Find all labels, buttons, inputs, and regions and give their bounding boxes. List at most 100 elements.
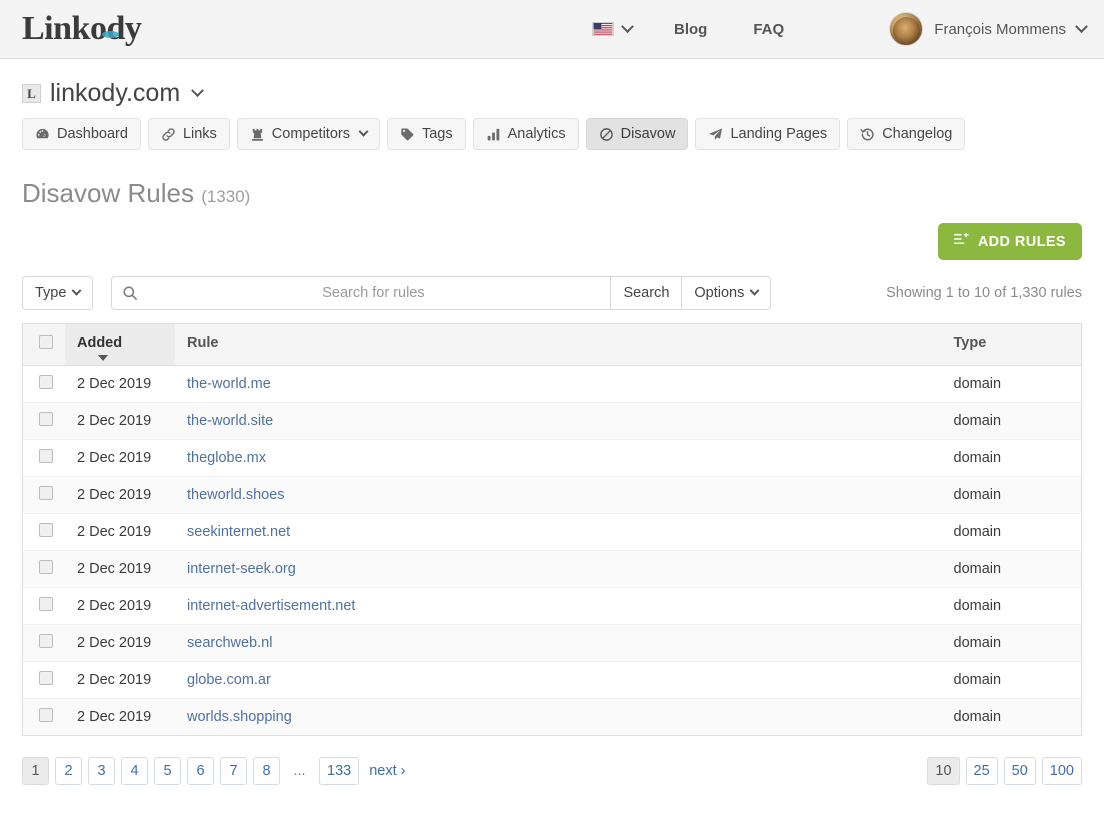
cell-rule: seekinternet.net [175, 514, 942, 551]
column-header-added[interactable]: Added [65, 324, 175, 366]
rule-link[interactable]: the-world.site [187, 413, 273, 429]
pagination: 1 2 3 4 5 6 7 8 ... 133 next › [22, 757, 409, 785]
column-header-rule[interactable]: Rule [175, 324, 942, 366]
page-button-4[interactable]: 4 [121, 757, 148, 785]
column-header-type[interactable]: Type [942, 324, 1082, 366]
row-select-cell [23, 551, 66, 588]
tab-label: Dashboard [57, 126, 128, 142]
table-row: 2 Dec 2019 theglobe.mx domain [23, 440, 1082, 477]
rule-link[interactable]: theworld.shoes [187, 487, 285, 503]
tab-competitors[interactable]: Competitors [237, 118, 380, 150]
cell-rule: the-world.me [175, 366, 942, 403]
tab-changelog[interactable]: Changelog [847, 118, 965, 150]
logo-text: Linkody [22, 10, 141, 47]
tab-analytics[interactable]: Analytics [473, 118, 579, 150]
row-checkbox[interactable] [39, 671, 53, 685]
per-page-25[interactable]: 25 [966, 757, 998, 785]
page-content: L linkody.com Dashboard Links [0, 79, 1104, 813]
rule-link[interactable]: internet-advertisement.net [187, 598, 355, 614]
cell-type: domain [942, 625, 1082, 662]
language-selector[interactable] [586, 18, 638, 40]
rule-link[interactable]: globe.com.ar [187, 672, 271, 688]
page-button-2[interactable]: 2 [55, 757, 82, 785]
cell-added: 2 Dec 2019 [65, 588, 175, 625]
row-checkbox[interactable] [39, 634, 53, 648]
page-title: Disavow Rules (1330) [22, 176, 1082, 209]
page-button-3[interactable]: 3 [88, 757, 115, 785]
cell-type: domain [942, 699, 1082, 736]
cell-type: domain [942, 588, 1082, 625]
cell-added: 2 Dec 2019 [65, 440, 175, 477]
nav-link-blog[interactable]: Blog [664, 15, 717, 44]
rule-link[interactable]: searchweb.nl [187, 635, 272, 651]
table-row: 2 Dec 2019 seekinternet.net domain [23, 514, 1082, 551]
row-select-cell [23, 625, 66, 662]
search-button[interactable]: Search [611, 276, 682, 310]
search-button-group: Search Options [611, 276, 771, 310]
column-label: Type [954, 335, 987, 351]
type-filter-dropdown[interactable]: Type [22, 276, 93, 310]
user-menu[interactable]: François Mommens [889, 12, 1086, 46]
us-flag-icon [592, 22, 614, 36]
tab-disavow[interactable]: Disavow [586, 118, 689, 150]
table-body: 2 Dec 2019 the-world.me domain 2 Dec 201… [23, 366, 1082, 736]
search-box [111, 276, 611, 310]
type-filter-label: Type [35, 285, 66, 301]
row-checkbox[interactable] [39, 523, 53, 537]
site-selector[interactable]: L linkody.com [22, 79, 1082, 108]
ban-icon [599, 127, 614, 142]
page-button-8[interactable]: 8 [253, 757, 280, 785]
chevron-down-icon [1075, 20, 1088, 33]
cell-added: 2 Dec 2019 [65, 477, 175, 514]
row-checkbox[interactable] [39, 597, 53, 611]
table-row: 2 Dec 2019 internet-seek.org domain [23, 551, 1082, 588]
bar-chart-icon [486, 127, 501, 142]
rule-link[interactable]: internet-seek.org [187, 561, 296, 577]
rules-count: (1330) [201, 187, 250, 206]
page-button-6[interactable]: 6 [187, 757, 214, 785]
next-page-button[interactable]: next › [365, 757, 409, 785]
row-checkbox[interactable] [39, 560, 53, 574]
cell-added: 2 Dec 2019 [65, 366, 175, 403]
rule-link[interactable]: seekinternet.net [187, 524, 290, 540]
row-select-cell [23, 514, 66, 551]
filter-toolbar: Type Search Options Showing 1 to 10 of 1… [22, 276, 1082, 310]
rule-link[interactable]: the-world.me [187, 376, 271, 392]
chevron-down-icon [191, 84, 204, 97]
tab-tags[interactable]: Tags [387, 118, 466, 150]
row-checkbox[interactable] [39, 486, 53, 500]
page-button-5[interactable]: 5 [154, 757, 181, 785]
header-nav: Blog FAQ [586, 15, 794, 44]
rule-link[interactable]: theglobe.mx [187, 450, 266, 466]
tab-landing-pages[interactable]: Landing Pages [695, 118, 840, 150]
sort-desc-icon [98, 355, 108, 361]
nav-link-faq[interactable]: FAQ [743, 15, 794, 44]
tab-links[interactable]: Links [148, 118, 230, 150]
row-select-cell [23, 403, 66, 440]
page-button-7[interactable]: 7 [220, 757, 247, 785]
cell-rule: internet-seek.org [175, 551, 942, 588]
search-input[interactable] [111, 276, 611, 310]
tab-dashboard[interactable]: Dashboard [22, 118, 141, 150]
row-checkbox[interactable] [39, 412, 53, 426]
rule-link[interactable]: worlds.shopping [187, 709, 292, 725]
row-checkbox[interactable] [39, 449, 53, 463]
select-all-checkbox[interactable] [39, 335, 53, 349]
page-title-text: Disavow Rules [22, 178, 194, 208]
page-button-1[interactable]: 1 [22, 757, 49, 785]
cell-type: domain [942, 551, 1082, 588]
per-page-10[interactable]: 10 [927, 757, 959, 785]
per-page-50[interactable]: 50 [1004, 757, 1036, 785]
tab-label: Disavow [621, 126, 676, 142]
chevron-down-icon [750, 285, 760, 295]
cell-rule: theworld.shoes [175, 477, 942, 514]
page-button-last[interactable]: 133 [319, 757, 359, 785]
tab-label: Competitors [272, 126, 350, 142]
options-button[interactable]: Options [682, 276, 771, 310]
chess-rook-icon [250, 127, 265, 142]
per-page-100[interactable]: 100 [1042, 757, 1082, 785]
row-checkbox[interactable] [39, 708, 53, 722]
linkody-logo[interactable]: Linkody [22, 12, 141, 46]
add-rules-button[interactable]: ADD RULES [938, 223, 1082, 260]
row-checkbox[interactable] [39, 375, 53, 389]
